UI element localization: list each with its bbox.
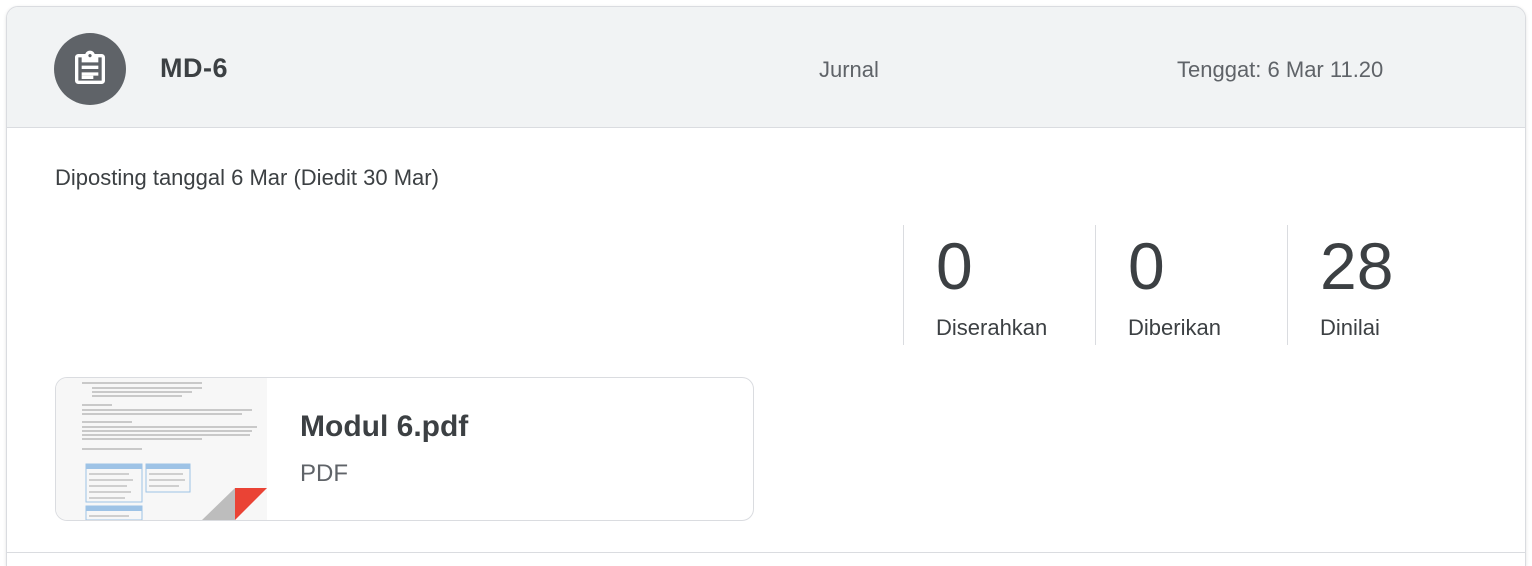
assignment-due-date: Tenggat: 6 Mar 11.20	[1177, 57, 1384, 82]
stat-assigned[interactable]: 0 Diberikan	[1095, 225, 1287, 345]
stat-assigned-count: 0	[1128, 229, 1165, 303]
divider	[7, 552, 1525, 553]
assignment-title[interactable]: MD-6	[160, 53, 228, 84]
assignment-icon	[54, 33, 126, 105]
stat-submitted-count: 0	[936, 229, 973, 303]
stat-graded[interactable]: 28 Dinilai	[1287, 225, 1487, 345]
assignment-topic: Jurnal	[819, 57, 879, 82]
pdf-thumbnail	[56, 378, 267, 520]
attachment-file-name[interactable]: Modul 6.pdf	[300, 410, 468, 444]
stat-submitted-label: Diserahkan	[936, 315, 1048, 340]
stat-graded-count: 28	[1320, 229, 1394, 303]
stat-graded-label: Dinilai	[1320, 315, 1380, 340]
attachment-card[interactable]: Modul 6.pdf PDF	[55, 377, 754, 521]
attachment-file-type: PDF	[300, 460, 348, 487]
stat-submitted[interactable]: 0 Diserahkan	[903, 225, 1095, 345]
posted-date: Diposting tanggal 6 Mar (Diedit 30 Mar)	[55, 165, 439, 190]
assignment-header[interactable]: MD-6 Jurnal Tenggat: 6 Mar 11.20	[7, 7, 1525, 128]
stat-assigned-label: Diberikan	[1128, 315, 1221, 340]
assignment-card: MD-6 Jurnal Tenggat: 6 Mar 11.20 Diposti…	[6, 6, 1526, 566]
